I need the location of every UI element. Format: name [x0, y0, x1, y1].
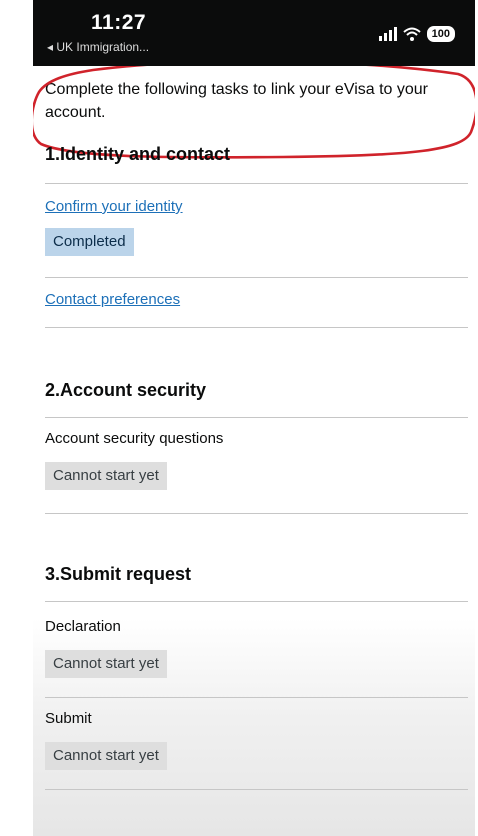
divider	[45, 513, 468, 514]
divider	[45, 183, 468, 184]
section-heading-submit: 3.Submit request	[45, 564, 192, 584]
phone-screen: 11:27 ◂ UK Immigration... 100 Complete t…	[33, 0, 475, 836]
divider	[45, 417, 468, 418]
declaration-label: Declaration	[45, 618, 121, 635]
divider	[45, 327, 468, 328]
account-security-questions-label: Account security questions	[45, 430, 224, 447]
clock: 11:27	[91, 11, 147, 34]
intro-text: Complete the following tasks to link you…	[45, 81, 429, 121]
divider	[45, 789, 468, 790]
status-tag-cannot-start: Cannot start yet	[45, 742, 167, 770]
status-tag-cannot-start: Cannot start yet	[45, 650, 167, 678]
divider	[45, 601, 468, 602]
contact-preferences-link[interactable]: Contact preferences	[45, 291, 180, 308]
status-tag-cannot-start: Cannot start yet	[45, 462, 167, 490]
battery-icon: 100	[426, 26, 455, 42]
divider	[45, 277, 468, 278]
submit-label: Submit	[45, 710, 92, 727]
status-icons: 100	[378, 25, 455, 43]
status-tag-completed: Completed	[45, 228, 134, 256]
status-bar: 11:27 ◂ UK Immigration... 100	[33, 0, 475, 66]
section-heading-security: 2.Account security	[45, 380, 207, 400]
back-to-app-link[interactable]: ◂ UK Immigration...	[47, 40, 149, 54]
section-heading-identity: 1.Identity and contact	[45, 144, 231, 164]
confirm-identity-link[interactable]: Confirm your identity	[45, 198, 183, 215]
signal-icon	[378, 27, 397, 41]
wifi-icon	[402, 27, 421, 41]
divider	[45, 697, 468, 698]
